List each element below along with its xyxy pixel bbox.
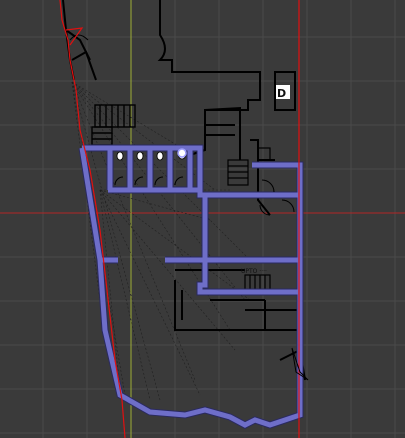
room-marker-label: D xyxy=(277,87,286,100)
floor-plan-canvas[interactable]: UPTO ···· D xyxy=(0,0,405,438)
cad-viewport[interactable]: UPTO ···· D xyxy=(0,0,405,438)
letter-d-marker-icon[interactable]: D xyxy=(276,85,290,100)
stair-note-label: UPTO ···· xyxy=(241,268,267,275)
proposed-walls xyxy=(78,144,304,429)
